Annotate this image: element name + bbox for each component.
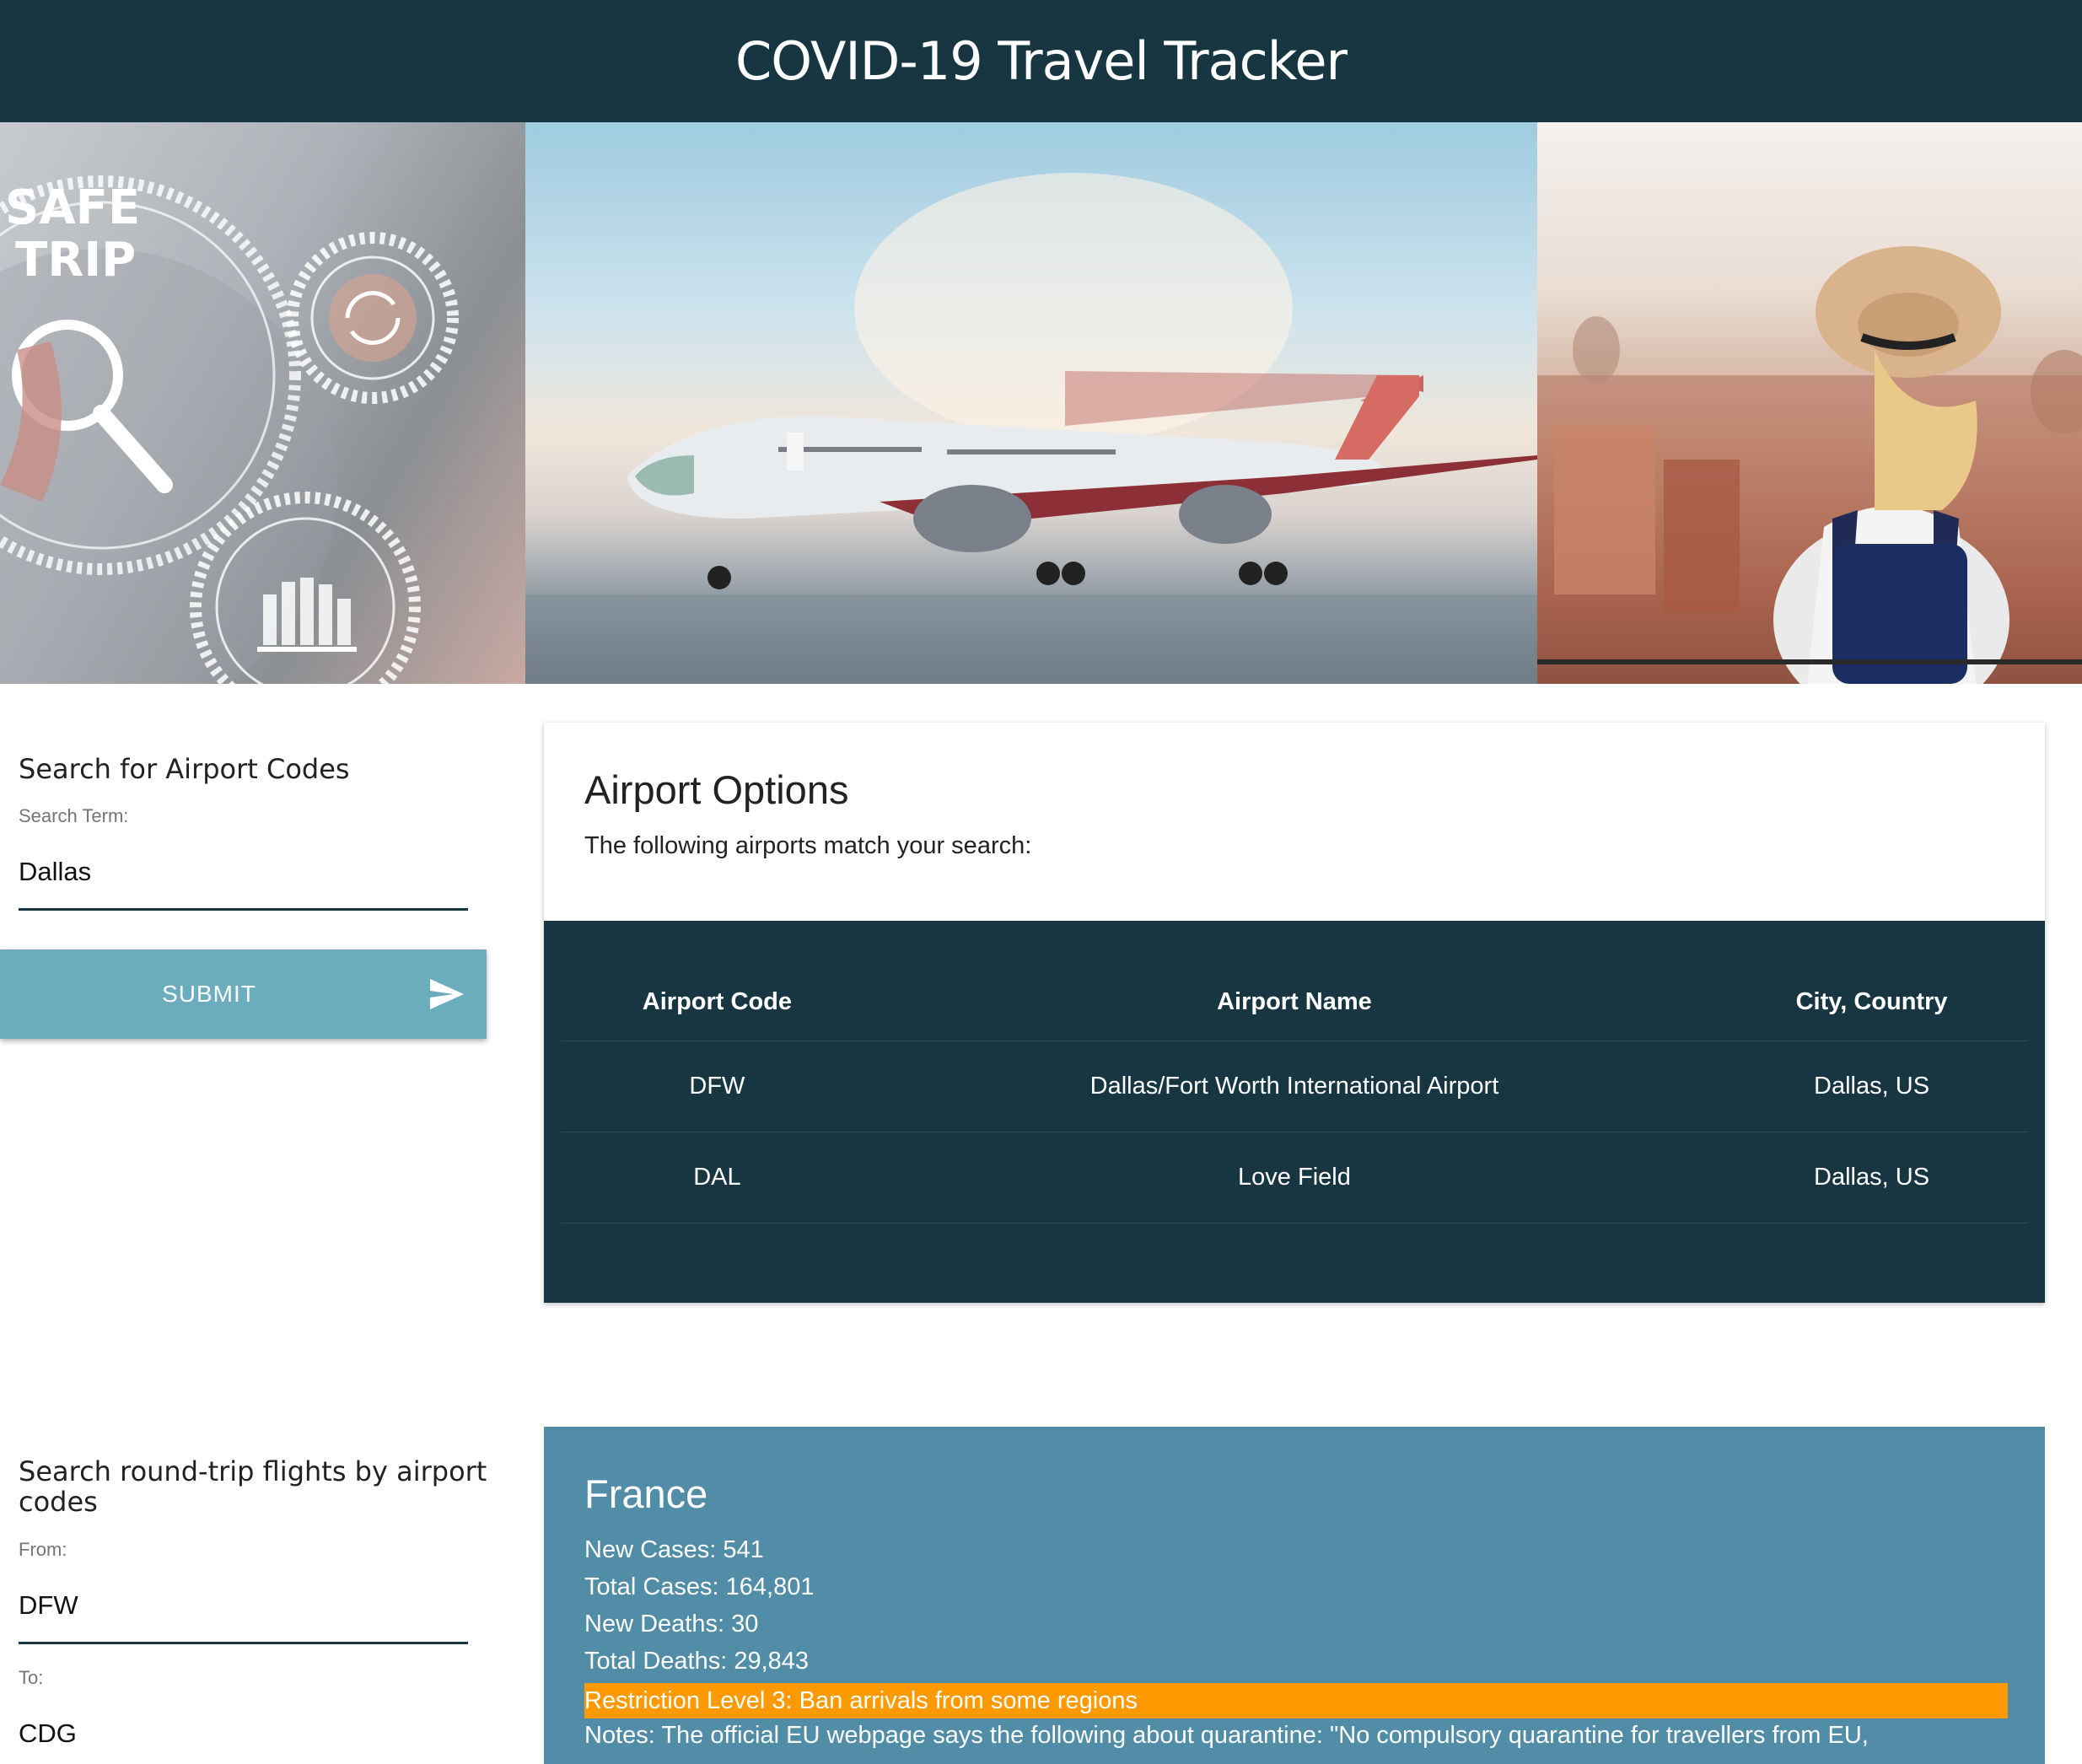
city-country-cell: Dallas, US [1715, 1041, 2028, 1132]
airport-table: Airport Code Airport Name City, Country … [561, 963, 2028, 1224]
to-input[interactable]: CDG [19, 1718, 77, 1749]
flight-search-title: Search round-trip flights by airport cod… [19, 1455, 487, 1518]
from-label: From: [19, 1539, 67, 1560]
airport-search-title: Search for Airport Codes [19, 753, 350, 785]
app-title: COVID-19 Travel Tracker [734, 30, 1348, 92]
airport-options-card: Airport Options The following airports m… [544, 723, 2045, 1303]
airport-options-title: Airport Options [584, 767, 849, 812]
traveler-city-image [1537, 122, 2082, 684]
search-term-label: Search Term: [19, 805, 129, 826]
to-label: To: [19, 1667, 44, 1688]
app-header: COVID-19 Travel Tracker [0, 0, 2082, 122]
country-name: France [584, 1471, 708, 1516]
send-icon [428, 977, 465, 1015]
from-underline [19, 1642, 468, 1644]
airport-code-cell: DAL [561, 1132, 874, 1224]
search-term-underline [19, 908, 468, 911]
total-deaths: Total Deaths: 29,843 [584, 1648, 810, 1675]
country-info-card: France New Cases: 541 Total Cases: 164,8… [544, 1427, 2045, 1764]
airport-table-container: Airport Code Airport Name City, Country … [544, 921, 2045, 1303]
country-notes: Notes: The official EU webpage says the … [584, 1722, 1869, 1749]
airport-code-cell: DFW [561, 1041, 874, 1132]
hero-banner: SAFE TRIP [0, 122, 2082, 684]
total-cases: Total Cases: 164,801 [584, 1573, 815, 1600]
new-cases: New Cases: 541 [584, 1536, 764, 1563]
column-header-airport-name: Airport Name [873, 963, 1716, 1041]
table-row[interactable]: DFW Dallas/Fort Worth International Airp… [561, 1041, 2028, 1132]
submit-button-label: SUBMIT [162, 981, 256, 1007]
city-country-cell: Dallas, US [1715, 1132, 2028, 1224]
new-deaths: New Deaths: 30 [584, 1611, 759, 1638]
submit-button[interactable]: SUBMIT [0, 949, 487, 1039]
airport-name-cell: Dallas/Fort Worth International Airport [873, 1041, 1716, 1132]
safe-trip-badge-line1: SAFE [5, 180, 140, 235]
column-header-city-country: City, Country [1715, 963, 2028, 1041]
search-term-input[interactable]: Dallas [19, 857, 91, 887]
airport-name-cell: Love Field [873, 1132, 1716, 1224]
airplane-mask-image [525, 122, 1537, 684]
table-header-row: Airport Code Airport Name City, Country [561, 963, 2028, 1041]
restriction-level-badge: Restriction Level 3: Ban arrivals from s… [584, 1683, 2008, 1718]
column-header-airport-code: Airport Code [561, 963, 874, 1041]
safe-trip-badge-line2: TRIP [15, 233, 136, 288]
from-input[interactable]: DFW [19, 1590, 78, 1621]
table-row[interactable]: DAL Love Field Dallas, US [561, 1132, 2028, 1224]
safe-trip-image: SAFE TRIP [0, 122, 525, 684]
airport-options-subtitle: The following airports match your search… [584, 832, 1032, 859]
